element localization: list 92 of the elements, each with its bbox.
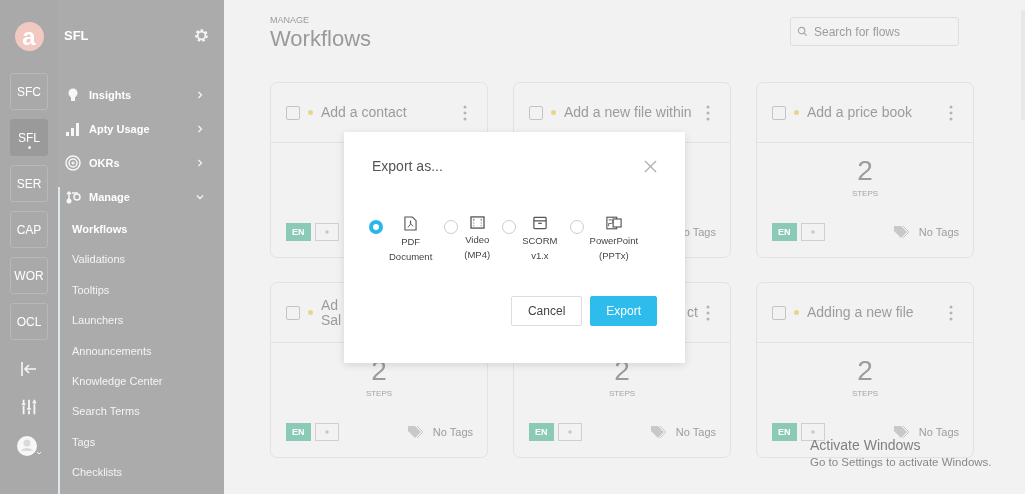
section-label: MANAGE (270, 15, 310, 25)
more-options-icon[interactable] (706, 104, 710, 121)
language-badge: EN (286, 423, 311, 441)
card-title: Adding a new file (807, 305, 915, 320)
bar-chart-icon (65, 121, 81, 137)
nav-item[interactable]: Insights (58, 78, 224, 112)
status-dot (308, 310, 313, 315)
app-switch-button[interactable]: SFC (10, 73, 48, 110)
nav-subitem[interactable]: Validations (58, 244, 224, 275)
steps-label: STEPS (851, 389, 879, 398)
card-title: Add a contact (321, 105, 408, 120)
more-options-icon[interactable] (463, 104, 467, 121)
flow-icon (65, 189, 81, 205)
card-title: ct (687, 305, 698, 320)
dialog-title: Export as... (372, 158, 443, 174)
archive-box-icon (532, 216, 547, 230)
search-icon (797, 26, 808, 37)
nav-subitem[interactable]: Announcements (58, 335, 224, 366)
nav-item[interactable]: OKRs (58, 146, 224, 180)
nav-subitem[interactable]: Tags (58, 426, 224, 458)
more-options-icon[interactable] (949, 104, 953, 121)
presentation-file-icon (605, 216, 622, 230)
language-badge: EN (286, 223, 311, 241)
nav-subitem[interactable]: Search Terms (58, 396, 224, 427)
steps-label: STEPS (851, 189, 879, 198)
add-language-button[interactable] (800, 223, 825, 241)
cancel-button[interactable]: Cancel (510, 296, 583, 326)
status-dot (794, 310, 799, 315)
pdf-file-icon (404, 216, 418, 231)
tags-label: No Tags (675, 426, 716, 438)
collapse-icon[interactable] (19, 359, 39, 379)
tags-label: No Tags (432, 426, 473, 438)
sliders-icon[interactable] (20, 398, 38, 416)
tags-label: No Tags (918, 226, 959, 238)
search-field[interactable]: Search for flows (790, 17, 959, 46)
app-switch-button[interactable]: SFL (10, 119, 48, 156)
checkbox[interactable] (286, 105, 300, 120)
export-button[interactable]: Export (590, 296, 657, 326)
card-title: Add a new file within (564, 105, 693, 120)
nav-subitem[interactable]: Workflows (58, 214, 224, 245)
card-title: Add a price book (807, 105, 914, 120)
close-icon[interactable] (644, 159, 657, 173)
user-icon[interactable] (16, 435, 42, 457)
more-options-icon[interactable] (706, 304, 710, 321)
app-switch-button[interactable]: CAP (10, 211, 48, 248)
checkbox[interactable] (286, 305, 300, 320)
step-count: 2 (857, 356, 873, 386)
activation-notice-title: Activate Windows (810, 437, 922, 453)
nav-subitem[interactable]: Launchers (58, 305, 224, 336)
tag-icon (892, 425, 911, 439)
nav-item[interactable]: Apty Usage (58, 112, 224, 146)
logo-icon: a (14, 22, 44, 51)
language-badge: EN (772, 423, 797, 441)
page-title: Workflows (270, 26, 372, 52)
add-language-button[interactable] (314, 223, 339, 241)
status-dot (308, 110, 313, 115)
app-switch-button[interactable]: WOR (10, 257, 48, 294)
film-icon (469, 216, 485, 229)
language-badge: EN (529, 423, 554, 441)
activation-notice-text: Go to Settings to activate Windows. (810, 456, 992, 468)
status-dot (551, 110, 556, 115)
checkbox[interactable] (529, 105, 543, 120)
nav-item[interactable]: Manage (58, 180, 224, 214)
more-options-icon[interactable] (949, 304, 953, 321)
steps-label: STEPS (365, 389, 393, 398)
workspace-title: SFL (64, 27, 89, 43)
checkbox[interactable] (772, 105, 786, 120)
status-dot (794, 110, 799, 115)
option-label: PowerPoint (PPTx) (589, 234, 639, 263)
checkbox[interactable] (772, 305, 786, 320)
nav-subitem[interactable]: Tooltips (58, 274, 224, 306)
option-label: SCORM v1.x (522, 234, 558, 263)
settings-icon[interactable] (193, 26, 210, 44)
radio-button[interactable] (369, 220, 383, 234)
app-switch-button[interactable]: SER (10, 165, 48, 202)
tag-icon (649, 425, 668, 439)
add-language-button[interactable] (314, 423, 339, 441)
nav-subitem[interactable]: Knowledge Center (58, 365, 224, 397)
language-badge: EN (772, 223, 797, 241)
tags-label: No Tags (918, 426, 959, 438)
steps-label: STEPS (608, 389, 636, 398)
target-icon (65, 155, 81, 171)
app-switch-button[interactable]: OCL (10, 303, 48, 340)
option-label: Video (MP4) (464, 233, 491, 262)
tag-icon (892, 225, 911, 239)
nav-subitem[interactable]: Checklists (58, 457, 224, 488)
add-language-button[interactable] (557, 423, 582, 441)
card-title: Ad Sal (321, 297, 343, 328)
add-language-button[interactable] (800, 423, 825, 441)
step-count: 2 (857, 156, 873, 186)
tag-icon (406, 425, 425, 439)
option-label: PDF Document (389, 235, 433, 264)
